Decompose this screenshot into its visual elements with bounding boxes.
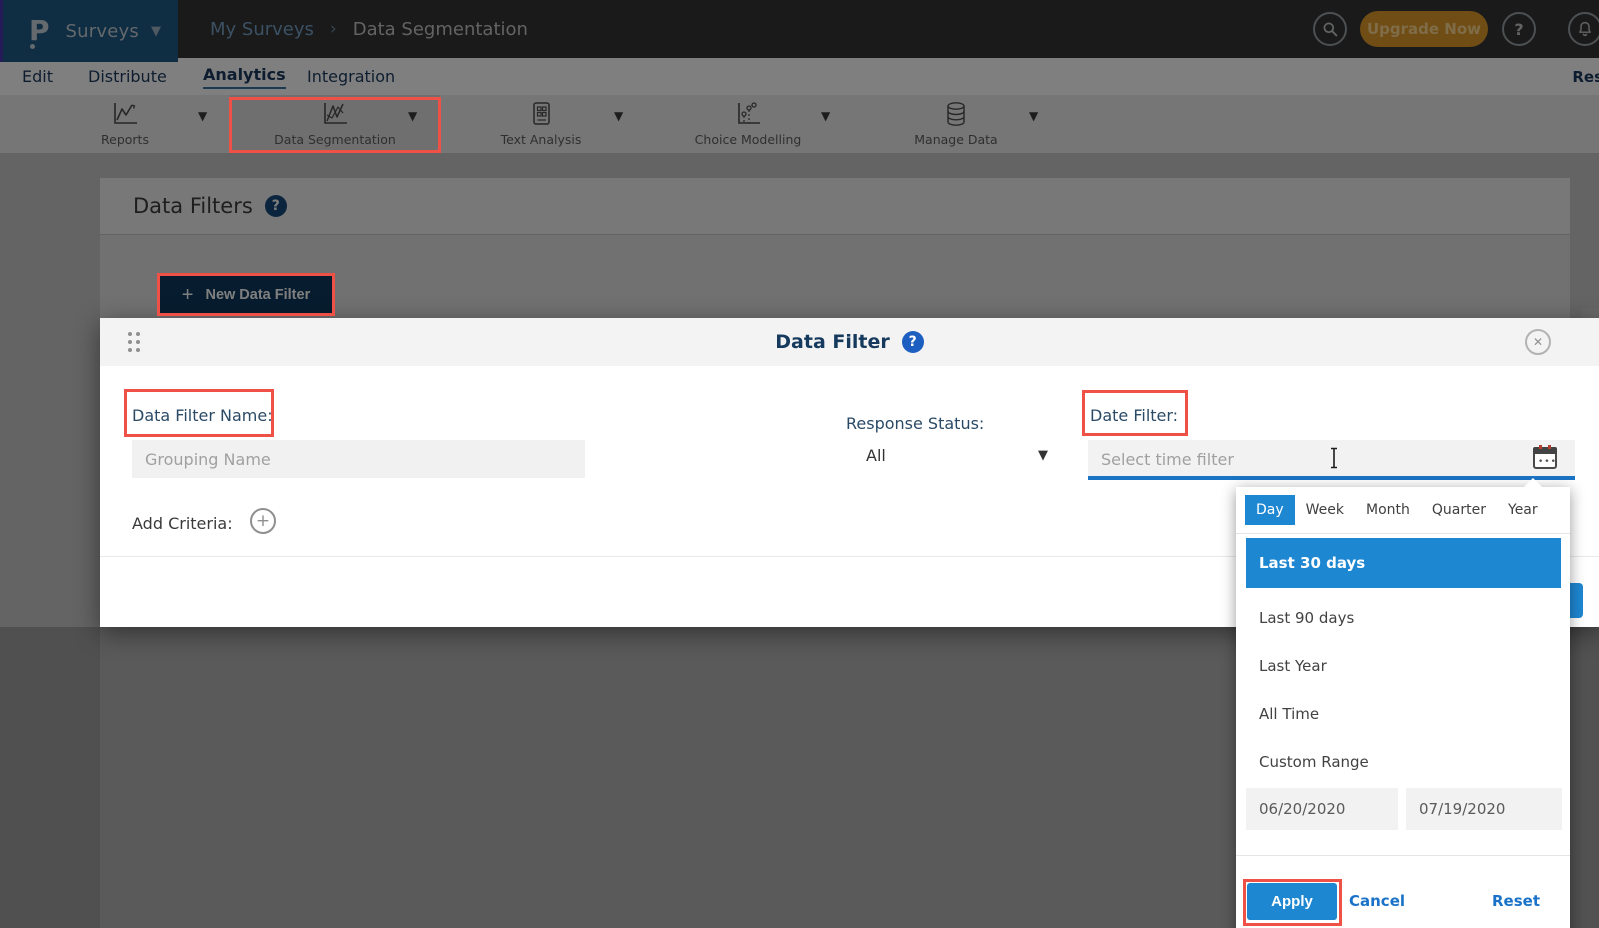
help-badge-icon[interactable]: ? [902,331,924,353]
range-start-date-input[interactable] [1246,788,1398,830]
text-cursor-icon [1328,447,1340,469]
cancel-link[interactable]: Cancel [1349,892,1405,910]
calendar-icon[interactable]: ••• [1533,447,1557,469]
chevron-down-icon[interactable]: ▼ [1038,448,1048,463]
tab-month[interactable]: Month [1355,495,1421,525]
option-all-time[interactable]: All Time [1246,690,1561,738]
tab-quarter[interactable]: Quarter [1421,495,1497,525]
annotation-box-apply [1243,879,1342,926]
plus-circle-icon: + [256,511,270,531]
add-criteria-label: Add Criteria: [132,514,233,533]
tabs-divider [1236,533,1570,534]
app-screen: My Surveys › Data Segmentation Upgrade N… [0,0,1599,928]
tab-day[interactable]: Day [1245,495,1295,525]
modal-header: Data Filter ? ✕ [100,318,1599,366]
option-last-90-days[interactable]: Last 90 days [1246,594,1561,642]
add-criteria-button[interactable]: + [250,508,276,534]
period-tabs: Day Week Month Quarter Year [1245,495,1549,525]
date-filter-popover: Day Week Month Quarter Year Last 30 days… [1236,487,1570,928]
annotation-box-data-segmentation [229,97,441,153]
popover-divider [1236,855,1570,856]
input-focus-underline [1088,476,1575,480]
response-status-select[interactable]: All [866,446,886,465]
drag-handle-icon[interactable] [128,332,140,352]
option-custom-range[interactable]: Custom Range [1246,738,1561,786]
response-status-label: Response Status: [846,414,984,433]
close-button[interactable]: ✕ [1525,329,1551,355]
close-icon: ✕ [1533,335,1543,349]
tab-year[interactable]: Year [1497,495,1549,525]
range-end-date-input[interactable] [1406,788,1562,830]
option-last-30-days[interactable]: Last 30 days [1246,538,1561,588]
annotation-box-date-filter [1082,390,1188,436]
annotation-box-new-data-filter [157,273,335,316]
annotation-box-data-filter-name [124,389,274,437]
option-last-year[interactable]: Last Year [1246,642,1561,690]
data-filter-name-input[interactable] [132,440,585,478]
tab-week[interactable]: Week [1295,495,1355,525]
reset-link[interactable]: Reset [1492,892,1540,910]
modal-title: Data Filter ? [775,331,923,353]
